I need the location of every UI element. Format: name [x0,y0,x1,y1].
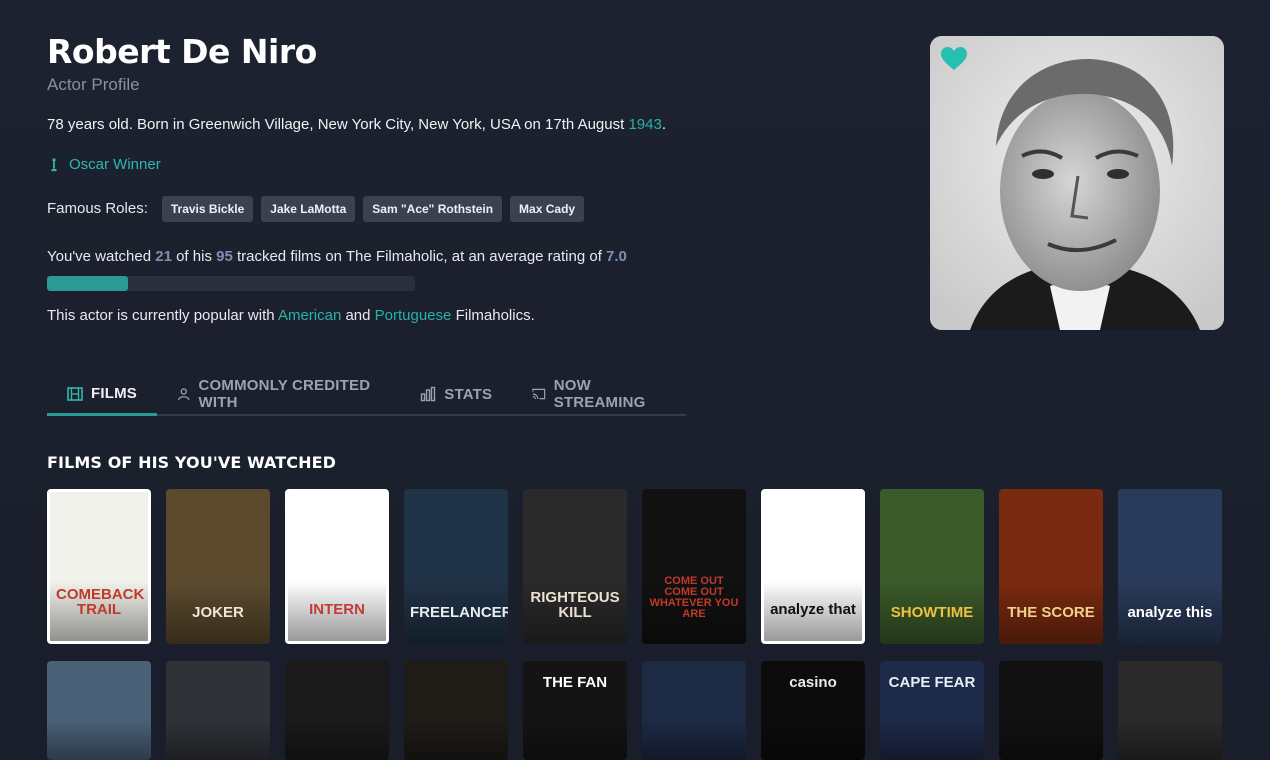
oscar-icon [51,158,57,172]
watched-count: 21 [155,248,172,265]
popular-text: This actor is currently popular with [47,307,278,324]
award-label: Oscar Winner [69,156,161,173]
tab-stats[interactable]: STATS [400,374,512,414]
popularity-text: This actor is currently popular with Ame… [47,307,907,325]
bio-text: 78 years old. Born in Greenwich Village,… [47,116,629,133]
tab-films[interactable]: FILMS [47,374,157,416]
poster-title: analyze that [770,601,856,618]
country-link-portuguese[interactable]: Portuguese [375,307,452,324]
tab-commonly-credited-with[interactable]: COMMONLY CREDITED WITH [157,374,400,414]
film-poster[interactable]: COMEBACK TRAIL [47,489,151,644]
film-poster[interactable] [404,661,508,760]
role-chip[interactable]: Max Cady [510,196,585,222]
poster-title: INTERN [309,601,365,618]
country-link-american[interactable]: American [278,307,341,324]
famous-roles: Famous Roles: Travis Bickle Jake LaMotta… [47,196,907,222]
watched-text: tracked films on The Filmaholic, at an a… [232,248,607,265]
average-rating: 7.0 [606,248,627,265]
actor-name: Robert De Niro [47,32,317,71]
poster-title: analyze this [1127,604,1213,621]
role-chip[interactable]: Sam "Ace" Rothstein [363,196,503,222]
film-poster[interactable]: COME OUT COME OUT WHATEVER YOU ARE [642,489,746,644]
watched-text: of his [171,248,217,265]
poster-title: JOKER [192,604,244,621]
poster-title: COME OUT COME OUT WHATEVER YOU ARE [649,575,739,620]
poster-title: THE SCORE [1007,604,1095,621]
popular-text: and [341,307,375,324]
film-poster[interactable] [1118,661,1222,760]
film-poster[interactable]: analyze that [761,489,865,644]
birth-year-link[interactable]: 1943 [628,116,661,133]
tab-label: NOW STREAMING [553,377,646,411]
film-icon [67,386,83,401]
film-poster[interactable]: THE FAN [523,661,627,760]
film-poster[interactable]: analyze this [1118,489,1222,644]
role-chip[interactable]: Travis Bickle [161,196,254,222]
watched-text: You've watched [47,248,156,265]
film-poster[interactable]: casino [761,661,865,760]
film-poster[interactable] [47,661,151,760]
favorite-heart-icon[interactable] [941,47,967,71]
poster-title: casino [789,674,837,691]
film-poster[interactable]: CAPE FEAR [880,661,984,760]
poster-title: FREELANCERS [410,604,508,621]
tab-label: STATS [444,385,493,403]
actor-bio: 78 years old. Born in Greenwich Village,… [47,116,907,134]
watched-summary: You've watched 21 of his 95 tracked film… [47,248,907,266]
film-poster[interactable] [999,661,1103,760]
actor-subtitle: Actor Profile [47,75,140,94]
film-poster[interactable] [642,661,746,760]
role-chip[interactable]: Jake LaMotta [261,196,356,222]
people-icon [178,388,190,401]
famous-roles-label: Famous Roles: [47,200,148,217]
tab-label: FILMS [91,385,137,402]
portrait-image [930,36,1224,330]
film-poster[interactable]: JOKER [166,489,270,644]
actor-portrait [930,36,1224,330]
profile-tabs: FILMS COMMONLY CREDITED WITH STATS NOW S… [47,374,686,416]
section-title: FILMS OF HIS YOU'VE WATCHED [47,453,337,472]
tab-label: COMMONLY CREDITED WITH [198,377,371,411]
actor-header: Robert De Niro Actor Profile 78 years ol… [47,30,907,325]
poster-title: RIGHTEOUS KILL [530,589,620,621]
film-poster[interactable]: FREELANCERS [404,489,508,644]
watched-progress-bar [47,276,415,291]
poster-title: THE FAN [542,674,608,691]
poster-title: CAPE FEAR [888,674,976,691]
film-poster[interactable] [166,661,270,760]
film-poster[interactable]: INTERN [285,489,389,644]
award-badge: Oscar Winner [47,156,907,174]
film-poster[interactable]: SHOWTIME [880,489,984,644]
bio-suffix: . [661,116,666,133]
watched-progress-fill [47,276,129,291]
popular-text: Filmaholics. [451,307,535,324]
film-poster[interactable]: THE SCORE [999,489,1103,644]
film-poster[interactable]: RIGHTEOUS KILL [523,489,627,644]
poster-title: SHOWTIME [890,604,974,621]
tab-now-streaming[interactable]: NOW STREAMING [512,374,686,414]
bar-chart-icon [421,386,436,402]
cast-icon [532,388,546,400]
film-poster[interactable] [285,661,389,760]
tracked-count: 95 [216,248,233,265]
poster-title: COMEBACK TRAIL [56,586,145,618]
